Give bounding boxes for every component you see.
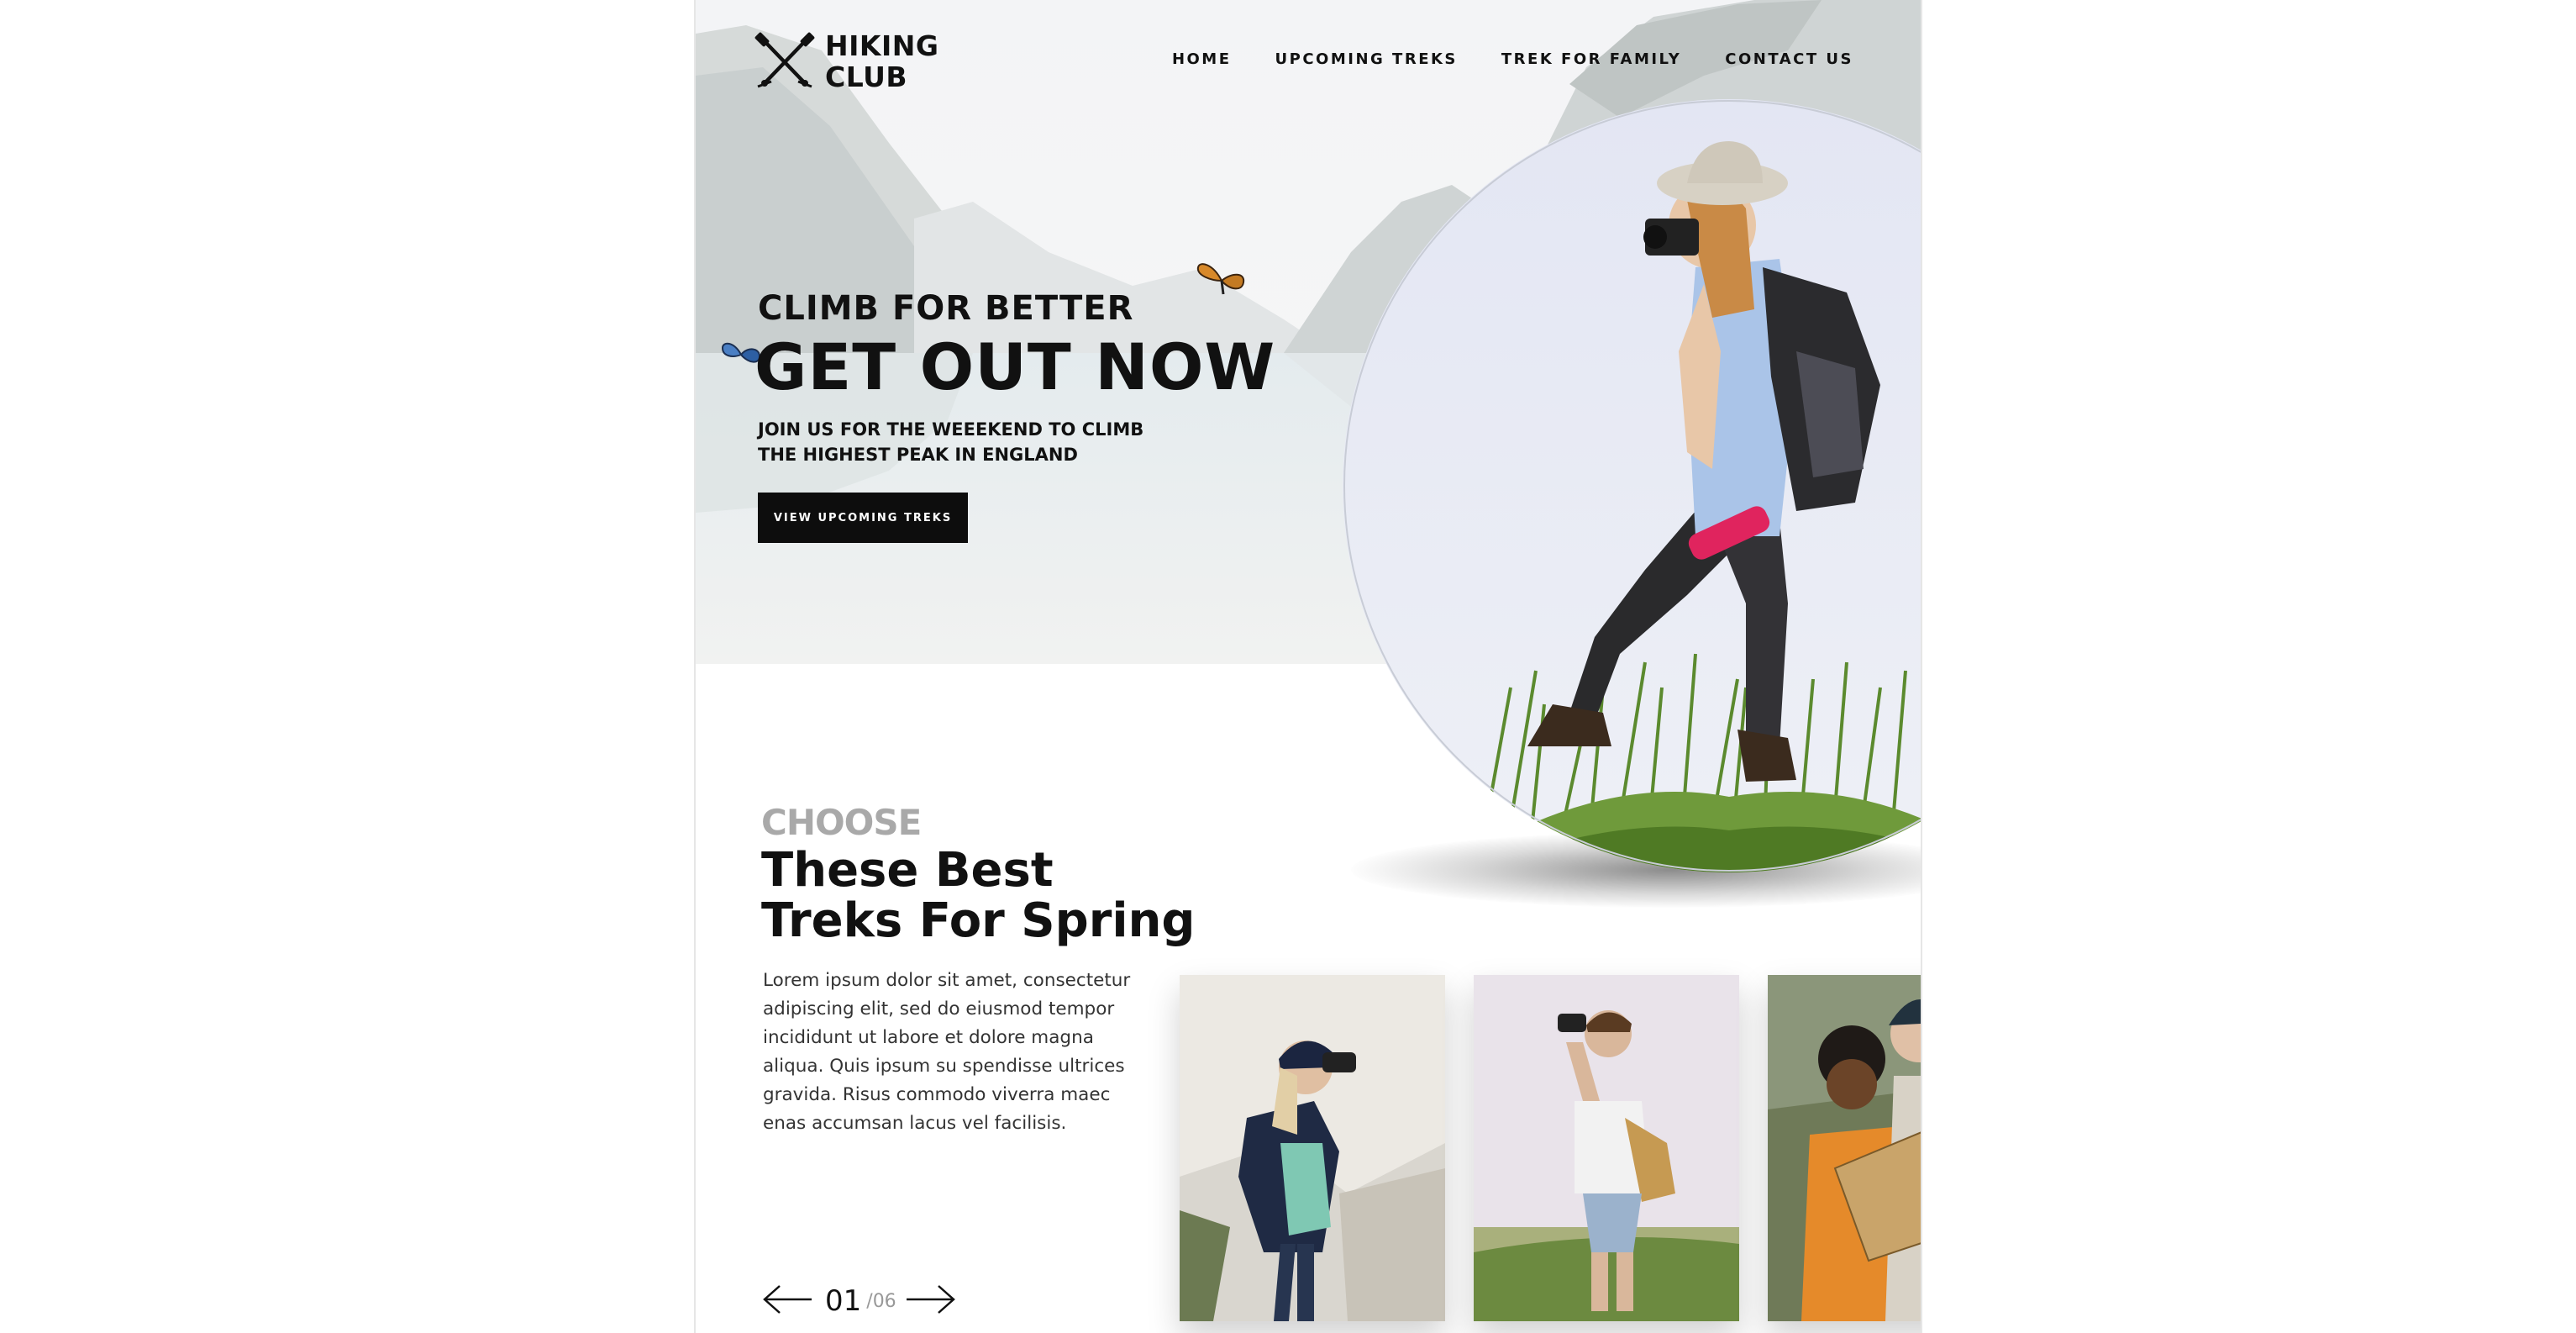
- section-body-text: Lorem ipsum dolor sit amet, consectetur …: [763, 970, 1131, 1134]
- landing-page: HIKING CLUB HOME UPCOMING TREKS TREK FOR…: [694, 0, 1922, 1333]
- brand-name-line-1: HIKING: [825, 29, 939, 62]
- slider-pager: 01 / 06: [761, 1283, 957, 1320]
- brand-logo[interactable]: HIKING CLUB: [754, 30, 938, 92]
- hero-subline-line-2: THE HIGHEST PEAK IN ENGLAND: [758, 445, 1078, 465]
- arrow-right-icon[interactable]: [905, 1283, 957, 1320]
- nav-trek-for-family-link[interactable]: TREK FOR FAMILY: [1501, 50, 1681, 68]
- nav-contact-us-link[interactable]: CONTACT US: [1725, 50, 1853, 68]
- section-title-line-1: These Best: [761, 843, 1054, 898]
- section-eyebrow: CHOOSE: [761, 802, 922, 843]
- brand-name-line-2: CLUB: [825, 61, 908, 93]
- hikers-reading-map-photo: [1768, 975, 1921, 1321]
- main-navigation: HOME UPCOMING TREKS TREK FOR FAMILY CONT…: [1172, 50, 1853, 68]
- nav-upcoming-treks-link[interactable]: UPCOMING TREKS: [1275, 50, 1458, 68]
- nav-home-link[interactable]: HOME: [1172, 50, 1232, 68]
- woman-with-binoculars-photo: [1180, 975, 1445, 1321]
- hero-eyebrow: CLIMB FOR BETTER: [758, 289, 1134, 328]
- pager-current: 01: [825, 1284, 862, 1318]
- crossed-hiking-poles-icon: [754, 32, 815, 88]
- butterfly-orange-icon: [1196, 263, 1245, 295]
- arrow-left-icon[interactable]: [761, 1283, 813, 1320]
- pager-separator: /: [866, 1290, 873, 1312]
- trek-card-3[interactable]: [1768, 975, 1921, 1321]
- view-upcoming-treks-button[interactable]: VIEW UPCOMING TREKS: [758, 493, 968, 543]
- section-title-line-2: Treks For Spring: [761, 893, 1196, 948]
- trek-card-2[interactable]: [1474, 975, 1739, 1321]
- brand-name: HIKING CLUB: [825, 30, 938, 92]
- hero-subline: JOIN US FOR THE WEEEKEND TO CLIMB THE HI…: [758, 417, 1195, 467]
- trek-card-1[interactable]: [1180, 975, 1445, 1321]
- pager-total: 06: [872, 1290, 896, 1312]
- hiker-woman-with-camera-photo: [1343, 99, 1921, 872]
- hero-headline: GET OUT NOW: [754, 329, 1276, 404]
- man-with-binoculars-photo: [1474, 975, 1739, 1321]
- section-title: These Best Treks For Spring: [761, 846, 1198, 946]
- hero-subline-line-1: JOIN US FOR THE WEEEKEND TO CLIMB: [758, 419, 1144, 440]
